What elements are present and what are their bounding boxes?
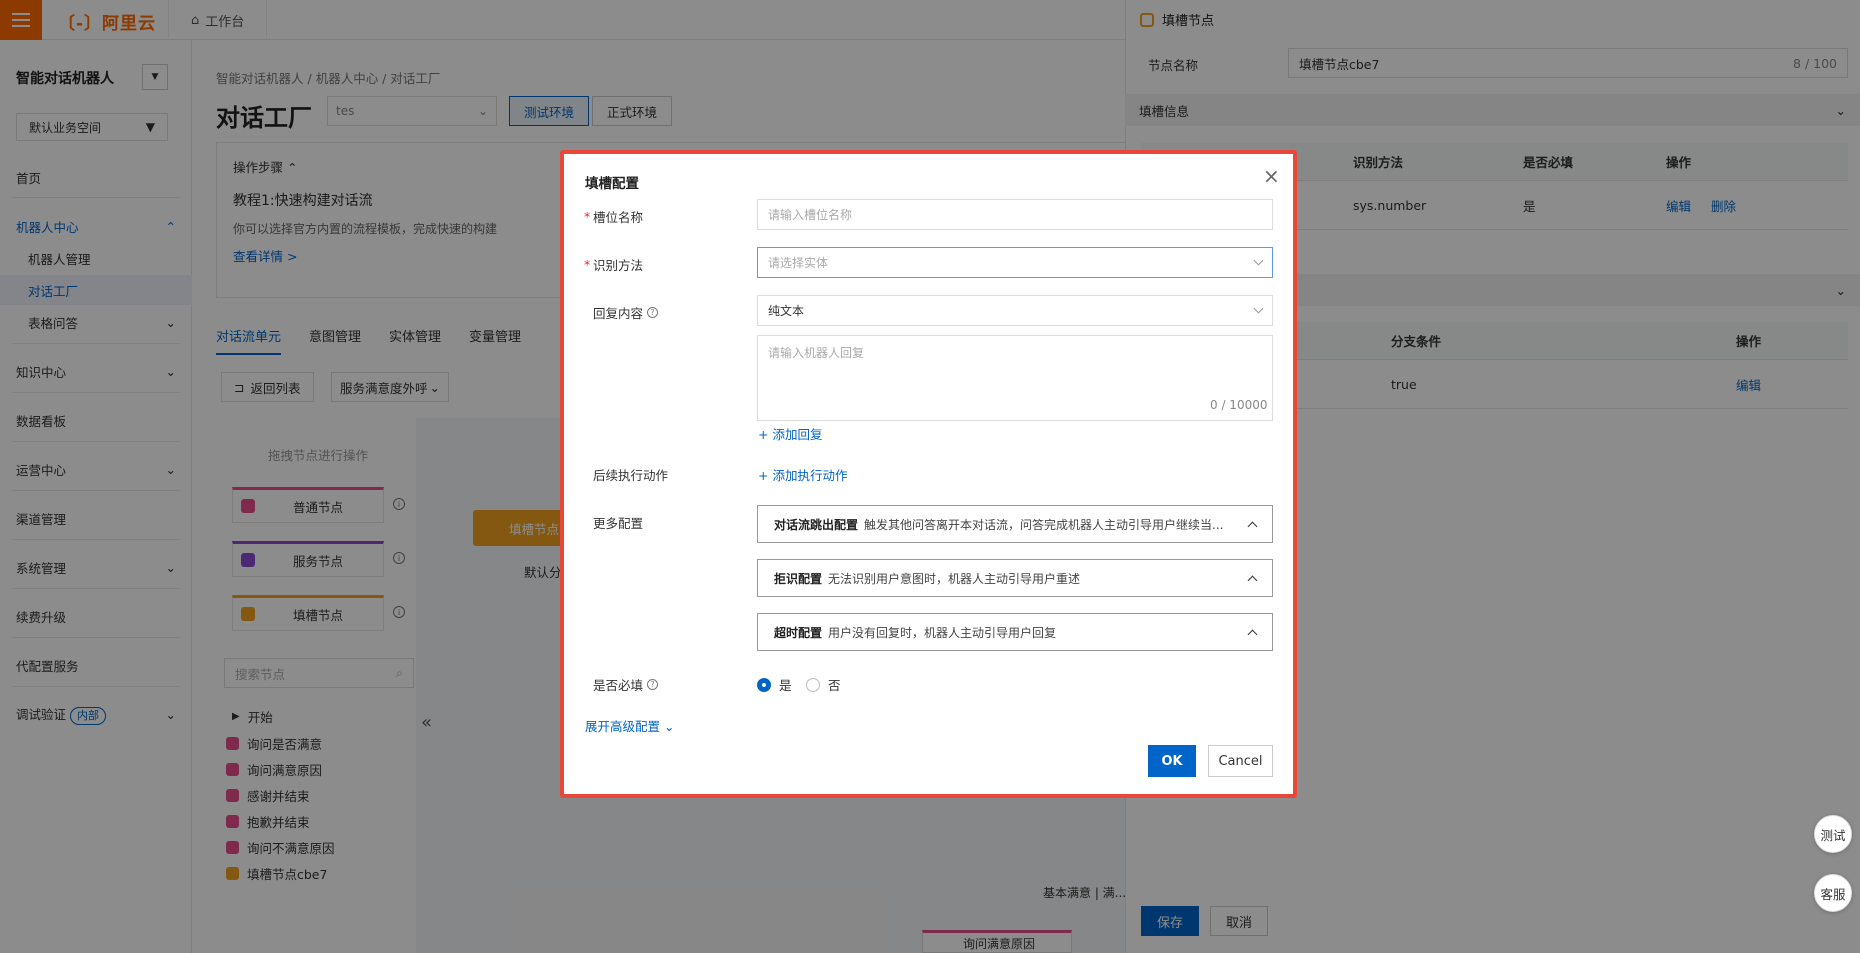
radio-unchecked (806, 677, 820, 692)
chevron-up-icon (1247, 521, 1258, 531)
reply-char-count: 0 / 10000 (1210, 398, 1268, 412)
test-float-button[interactable]: 测试 (1814, 815, 1852, 853)
reply-label: 回复内容? (593, 303, 659, 322)
chevron-down-icon (1253, 303, 1264, 314)
help-icon[interactable]: ? (647, 307, 659, 318)
required-label: 是否必填? (593, 675, 659, 694)
entity-select[interactable]: 请选择实体 (757, 247, 1273, 278)
config-reject[interactable]: 拒识配置 无法识别用户意图时，机器人主动引导用户重述 (757, 559, 1273, 597)
more-config-label: 更多配置 (593, 516, 644, 531)
ok-button[interactable]: OK (1148, 745, 1196, 777)
support-float-button[interactable]: 客服 (1814, 874, 1852, 912)
reply-type-select[interactable]: 纯文本 (757, 295, 1273, 326)
add-reply-link[interactable]: + 添加回复 (758, 424, 822, 443)
advanced-config-toggle[interactable]: 展开高级配置 ⌄ (585, 716, 674, 735)
cancel-button[interactable]: Cancel (1208, 745, 1273, 777)
config-timeout[interactable]: 超时配置 用户没有回复时，机器人主动引导用户回复 (757, 613, 1273, 651)
close-icon[interactable]: × (1263, 166, 1280, 186)
reply-textarea[interactable]: 请输入机器人回复 (757, 335, 1273, 421)
required-no-radio[interactable]: 否 (806, 675, 841, 694)
chevron-down-icon: ⌄ (664, 719, 675, 734)
chevron-up-icon (1247, 629, 1258, 639)
recognize-label: * 识别方法 (584, 257, 644, 273)
radio-checked (757, 677, 771, 692)
chevron-down-icon (1253, 255, 1264, 266)
help-icon[interactable]: ? (647, 679, 659, 690)
slot-name-label: * 槽位名称 (584, 209, 644, 225)
modal-title: 填槽配置 (585, 176, 639, 192)
followup-label: 后续执行动作 (593, 468, 669, 483)
chevron-up-icon (1247, 575, 1258, 585)
add-action-link[interactable]: + 添加执行动作 (758, 465, 847, 484)
required-yes-radio[interactable]: 是 (757, 675, 792, 694)
slot-name-input[interactable]: 请输入槽位名称 (757, 199, 1273, 230)
config-exit-flow[interactable]: 对话流跳出配置 触发其他问答离开本对话流，问答完成机器人主动引导用户继续当... (757, 505, 1273, 543)
